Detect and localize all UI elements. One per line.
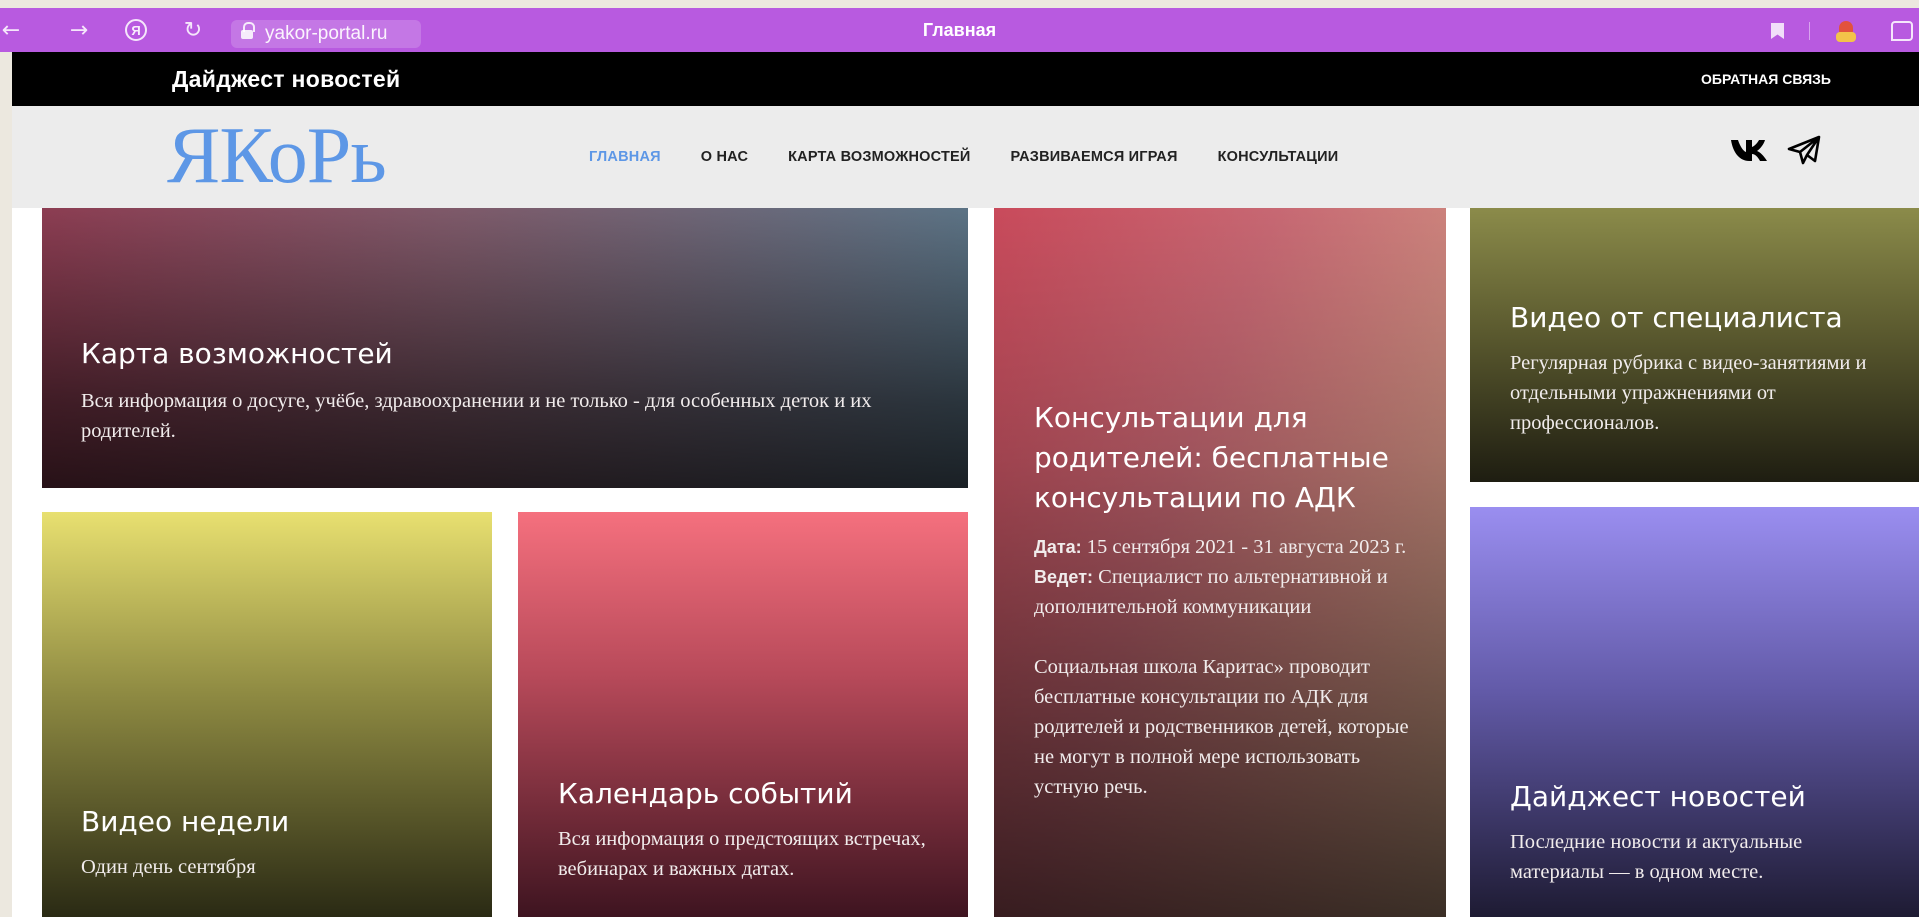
card-consultations[interactable]: Консультации для родителей: бесплатные к… (994, 208, 1446, 917)
card-text: Вся информация о предстоящих встречах, в… (558, 828, 926, 880)
social-links (1730, 134, 1822, 166)
card-title: Дайджест новостей (1510, 780, 1806, 813)
consult-host: Ведет: Специалист по альтернативной и до… (1034, 562, 1414, 622)
digest-link[interactable]: Дайджест новостей (172, 52, 400, 106)
extension-avatar-icon[interactable] (1835, 21, 1857, 43)
telegram-icon[interactable] (1786, 134, 1822, 166)
yandex-icon[interactable]: Я (121, 8, 151, 52)
vk-icon[interactable] (1730, 137, 1770, 163)
card-text: Один день сентября (81, 856, 256, 878)
cards-grid: Карта возможностей Вся информация о досу… (12, 208, 1919, 917)
lock-icon (241, 22, 255, 41)
consult-description: Социальная школа Каритас» проводит беспл… (1034, 656, 1409, 798)
feedback-link[interactable]: ОБРАТНАЯ СВЯЗЬ (1701, 52, 1831, 106)
card-title: Консультации для родителей: бесплатные к… (1034, 401, 1389, 514)
nav-item-consultations[interactable]: КОНСУЛЬТАЦИИ (1218, 149, 1339, 165)
card-title: Видео недели (81, 805, 290, 838)
main-nav: ГЛАВНАЯ О НАС КАРТА ВОЗМОЖНОСТЕЙ РАЗВИВА… (589, 106, 1378, 208)
yandex-circle-glyph: Я (125, 19, 147, 41)
host-label: Ведет: (1034, 567, 1094, 587)
site-logo[interactable]: ЯКоРь (167, 111, 387, 201)
card-specialist-video[interactable]: Видео от специалиста Регулярная рубрика … (1470, 208, 1919, 482)
reload-icon[interactable]: ↻ (178, 8, 208, 52)
site-navbar: ЯКоРь ГЛАВНАЯ О НАС КАРТА ВОЗМОЖНОСТЕЙ Р… (12, 106, 1919, 208)
card-opportunity-map[interactable]: Карта возможностей Вся информация о досу… (42, 208, 968, 488)
date-value: 15 сентября 2021 - 31 августа 2023 г. (1081, 536, 1407, 558)
bookmark-icon[interactable] (1771, 23, 1784, 39)
svg-text:Я: Я (131, 23, 140, 38)
card-title: Календарь событий (558, 777, 853, 810)
card-news-digest[interactable]: Дайджест новостей Последние новости и ак… (1470, 507, 1919, 917)
chat-bubble-icon[interactable] (1891, 21, 1913, 41)
card-events-calendar[interactable]: Календарь событий Вся информация о предс… (518, 512, 968, 917)
nav-item-home[interactable]: ГЛАВНАЯ (589, 149, 661, 165)
card-title: Видео от специалиста (1510, 301, 1843, 334)
toolbar-divider (1809, 22, 1810, 40)
address-bar[interactable]: yakor-portal.ru (231, 20, 421, 48)
card-text: Регулярная рубрика с видео-занятиями и о… (1510, 352, 1867, 434)
card-title: Карта возможностей (81, 337, 393, 370)
card-text: Последние новости и актуальные материалы… (1510, 831, 1803, 883)
nav-item-opportunity-map[interactable]: КАРТА ВОЗМОЖНОСТЕЙ (788, 149, 970, 165)
consult-date: Дата: 15 сентября 2021 - 31 августа 2023… (1034, 532, 1414, 562)
nav-item-about[interactable]: О НАС (701, 149, 748, 165)
card-video-of-week[interactable]: Видео недели Один день сентября (42, 512, 492, 917)
date-label: Дата: (1034, 537, 1082, 557)
back-arrow-icon[interactable]: ← (0, 8, 22, 52)
forward-arrow-icon[interactable]: → (64, 8, 94, 52)
browser-toolbar: ← → Я ↻ yakor-portal.ru Главная (0, 8, 1919, 52)
address-text: yakor-portal.ru (265, 23, 388, 44)
nav-item-play-development[interactable]: РАЗВИВАЕМСЯ ИГРАЯ (1011, 149, 1178, 165)
card-text: Вся информация о досуге, учёбе, здравоох… (81, 390, 872, 442)
site-top-bar: Дайджест новостей ОБРАТНАЯ СВЯЗЬ (12, 52, 1919, 106)
